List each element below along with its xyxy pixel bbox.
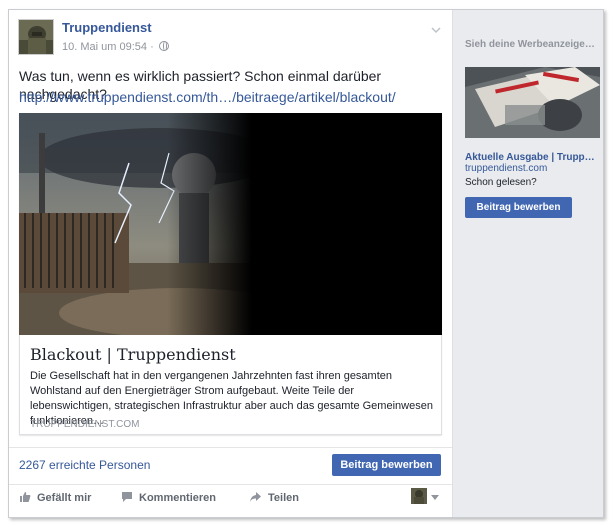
post-link[interactable]: http://www.truppendienst.com/th…/beitrae…: [19, 88, 396, 106]
ad-preview-heading[interactable]: Sieh deine Werbeanzeige…: [465, 39, 595, 50]
ad-boost-button[interactable]: Beitrag bewerben: [465, 197, 572, 218]
caret-down-icon[interactable]: [431, 495, 439, 500]
ad-title[interactable]: Aktuelle Ausgabe | Trupp…: [465, 152, 595, 163]
divider: [9, 484, 452, 485]
share-label: Teilen: [268, 492, 299, 504]
ad-image[interactable]: [465, 67, 600, 138]
actor-avatar[interactable]: [411, 488, 427, 504]
reach-count[interactable]: 2267 erreichte Personen: [19, 458, 150, 472]
page-avatar[interactable]: [18, 19, 54, 55]
meta-separator: ·: [150, 41, 154, 53]
card-domain: TRUPPENDIENST.COM: [30, 419, 140, 430]
link-preview-image[interactable]: [19, 113, 442, 335]
comment-icon: [122, 492, 132, 502]
divider: [9, 447, 452, 448]
right-rail: Sieh deine Werbeanzeige… Aktuelle Ausgab…: [452, 10, 603, 517]
post-timestamp[interactable]: 10. Mai um 09:54: [62, 41, 147, 53]
card-title[interactable]: Blackout | Truppendienst: [30, 345, 236, 364]
page-name[interactable]: Truppendienst: [62, 20, 152, 35]
facebook-post-window: Truppendienst 10. Mai um 09:54 · Was tun…: [8, 9, 604, 518]
share-icon: [250, 492, 261, 502]
share-button[interactable]: Teilen: [249, 491, 299, 504]
post: Truppendienst 10. Mai um 09:54 · Was tun…: [9, 10, 452, 517]
ad-domain[interactable]: truppendienst.com: [465, 163, 547, 174]
globe-icon: [158, 41, 169, 51]
thumbs-up-icon: [20, 492, 31, 502]
like-button[interactable]: Gefällt mir: [19, 491, 91, 504]
comment-button[interactable]: Kommentieren: [121, 491, 216, 504]
comment-label: Kommentieren: [139, 492, 217, 504]
ad-text: Schon gelesen?: [465, 177, 537, 188]
post-meta: 10. Mai um 09:54 ·: [62, 41, 169, 53]
like-label: Gefällt mir: [37, 492, 92, 504]
link-preview-card[interactable]: Blackout | Truppendienst Die Gesellschaf…: [19, 113, 442, 435]
boost-post-button[interactable]: Beitrag bewerben: [332, 454, 441, 476]
chevron-down-icon[interactable]: [431, 22, 441, 34]
